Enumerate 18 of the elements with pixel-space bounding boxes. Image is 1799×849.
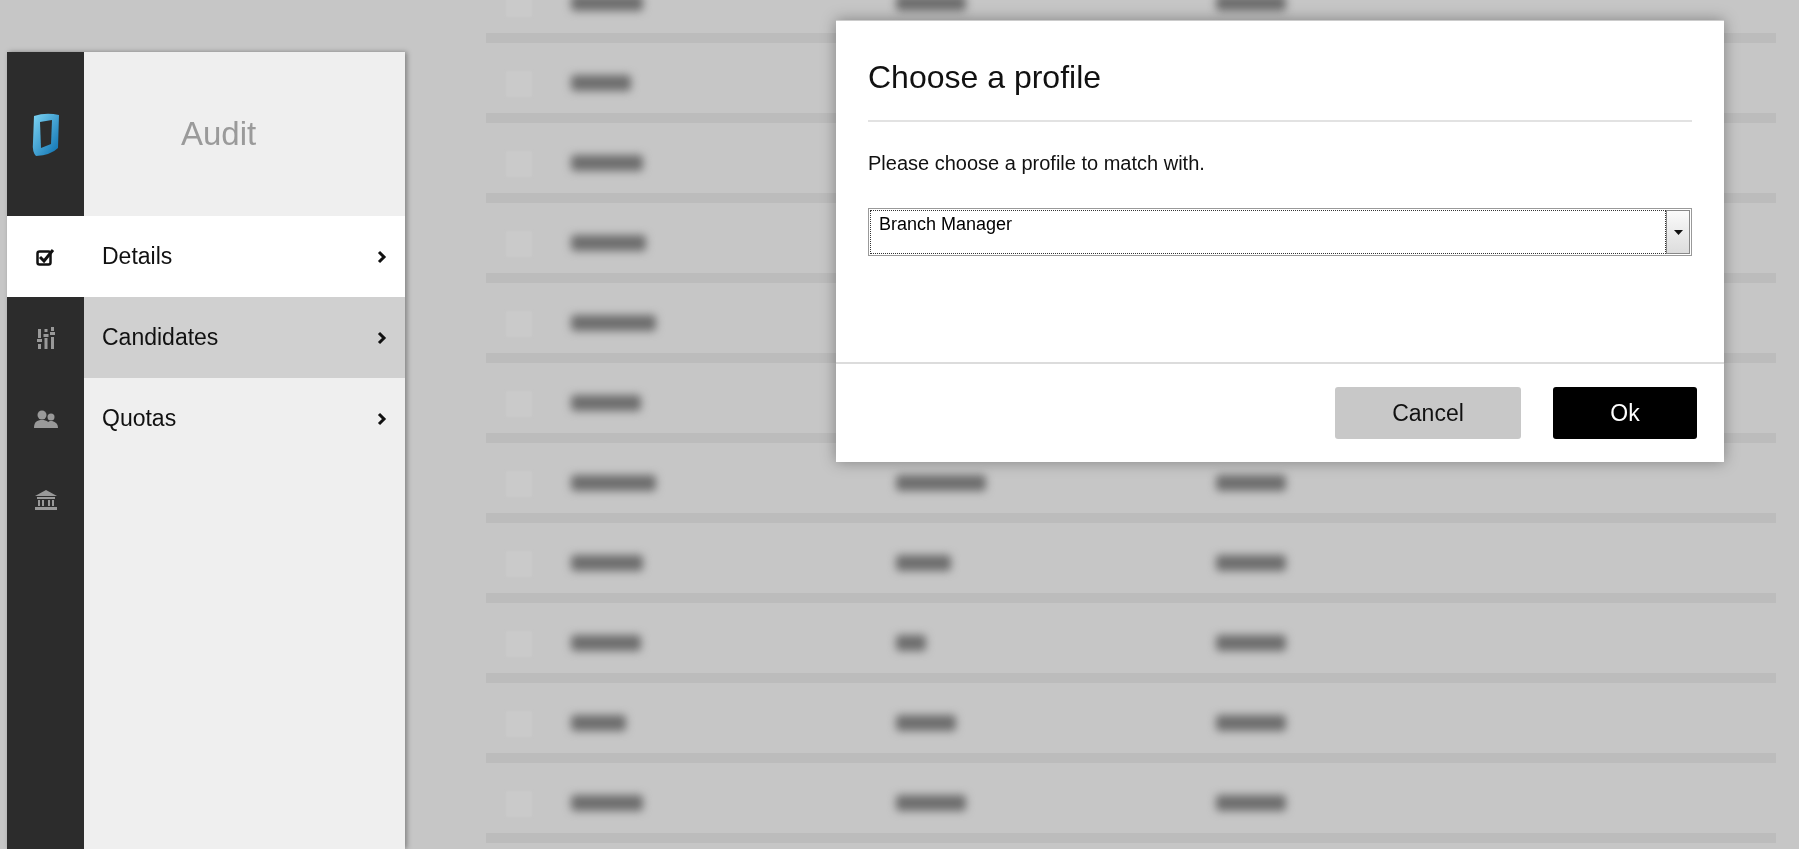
section-title: Audit xyxy=(181,115,257,153)
menu-item[interactable]: Details xyxy=(84,216,405,297)
menu-item[interactable]: Candidates xyxy=(84,297,405,378)
cancel-button[interactable]: Cancel xyxy=(1335,387,1521,439)
chevron-icon xyxy=(377,330,387,345)
people-icon xyxy=(33,409,58,428)
menu-item[interactable]: Quotas xyxy=(84,378,405,459)
dialog-message: Please choose a profile to match with. xyxy=(868,152,1206,175)
profile-select[interactable]: Branch Manager xyxy=(868,208,1692,256)
ok-button[interactable]: Ok xyxy=(1553,387,1697,439)
bank-icon xyxy=(34,489,57,510)
chevron-icon xyxy=(377,411,387,426)
dropdown-arrow-icon xyxy=(1673,229,1683,235)
sliders-icon xyxy=(36,326,55,349)
checkbox-icon xyxy=(35,247,56,266)
logo-icon xyxy=(30,112,61,156)
dialog-title: Choose a profile xyxy=(868,21,1692,122)
chevron-icon xyxy=(377,249,387,264)
